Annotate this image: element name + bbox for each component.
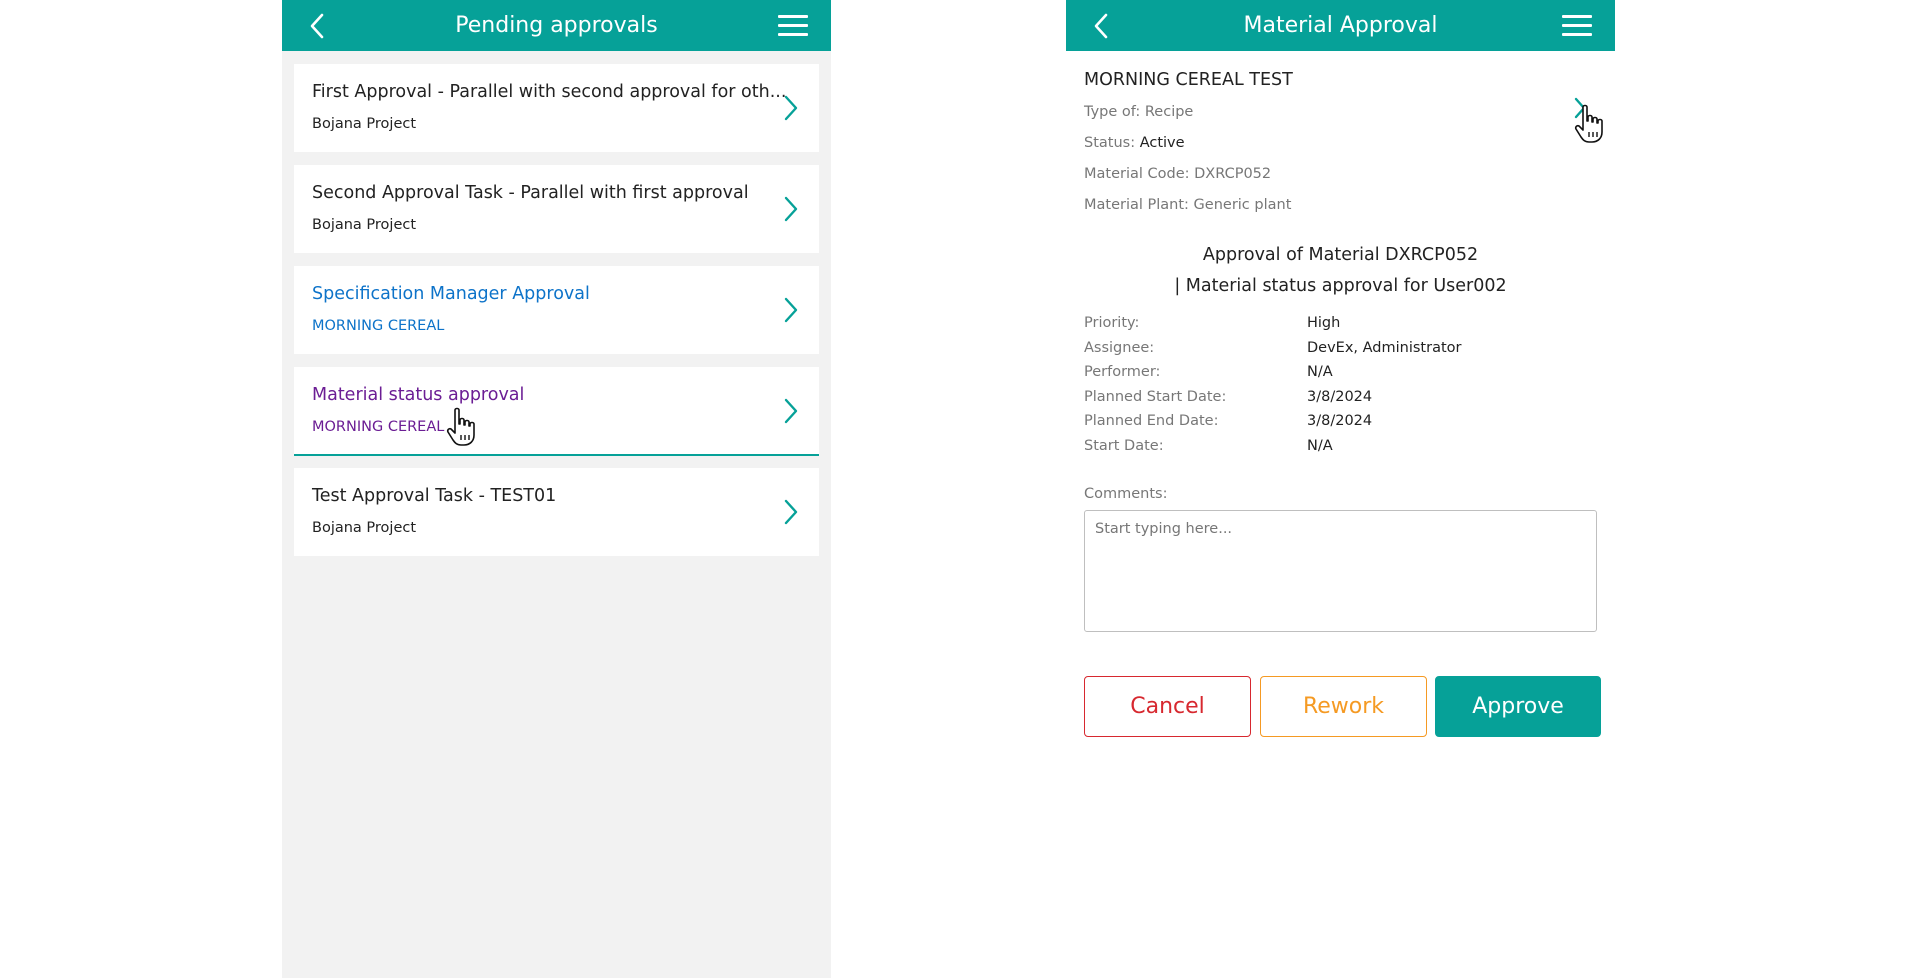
hamburger-menu-icon[interactable] [778,13,810,39]
approval-title-line1: Approval of Material DXRCP052 [1202,245,1479,265]
detail-value: N/A [1307,438,1333,454]
item-subtitle: Bojana Project [312,520,417,536]
detail-value: N/A [1307,364,1333,380]
item-title: Test Approval Task - TEST01 [312,486,557,506]
plant-label: Material Plant: [1084,197,1189,213]
approval-list-item[interactable]: Test Approval Task - TEST01 Bojana Proje… [294,468,819,556]
detail-row-planned-start: Planned Start Date: 3/8/2024 [1084,389,1604,409]
material-name: MORNING CEREAL TEST [1084,70,1293,90]
top-bar: Pending approvals [282,0,831,51]
material-plant: Material Plant: Generic plant [1084,197,1291,213]
pending-approvals-screen: Pending approvals First Approval - Paral… [282,0,831,978]
plant-value: Generic plant [1193,197,1292,213]
detail-row-priority: Priority: High [1084,315,1604,335]
detail-value: 3/8/2024 [1307,389,1373,405]
material-code: Material Code: DXRCP052 [1084,166,1271,182]
hand-pointer-cursor-icon [1574,104,1603,143]
type-label: Type of: [1084,104,1141,120]
material-status: Status: Active [1084,135,1185,151]
item-title: First Approval - Parallel with second ap… [312,82,787,102]
detail-label: Performer: [1084,364,1161,380]
approve-button[interactable]: Approve [1435,676,1601,737]
detail-value: 3/8/2024 [1307,413,1373,429]
detail-label: Planned Start Date: [1084,389,1227,405]
detail-row-performer: Performer: N/A [1084,364,1604,384]
item-subtitle: MORNING CEREAL [312,419,445,435]
chevron-right-icon [784,196,798,222]
detail-value: DevEx, Administrator [1307,340,1462,356]
item-subtitle: Bojana Project [312,116,417,132]
detail-label: Priority: [1084,315,1140,331]
approval-list-item[interactable]: Second Approval Task - Parallel with fir… [294,165,819,253]
chevron-right-icon [784,95,798,121]
chevron-right-icon [784,398,798,424]
detail-label: Start Date: [1084,438,1164,454]
material-approval-screen: Material Approval MORNING CEREAL TEST Ty… [1066,0,1615,978]
comments-textarea[interactable] [1084,510,1597,632]
hand-pointer-cursor-icon [446,407,475,446]
approval-list-item[interactable]: Specification Manager Approval MORNING C… [294,266,819,354]
detail-value: High [1307,315,1341,331]
detail-row-assignee: Assignee: DevEx, Administrator [1084,340,1604,360]
item-title: Specification Manager Approval [312,284,590,304]
page-title: Pending approvals [455,13,658,38]
chevron-right-icon [784,499,798,525]
approval-list-item-selected[interactable]: Material status approval MORNING CEREAL [294,367,819,456]
page-title: Material Approval [1243,13,1438,38]
top-bar: Material Approval [1066,0,1615,51]
chevron-right-icon [784,297,798,323]
item-title: Material status approval [312,385,525,405]
detail-label: Assignee: [1084,340,1155,356]
detail-label: Planned End Date: [1084,413,1219,429]
detail-row-planned-end: Planned End Date: 3/8/2024 [1084,413,1604,433]
status-label: Status: [1084,135,1136,151]
rework-button[interactable]: Rework [1260,676,1427,737]
item-title: Second Approval Task - Parallel with fir… [312,183,749,203]
item-subtitle: MORNING CEREAL [312,318,445,334]
approval-title-line2: | Material status approval for User002 [1174,276,1507,296]
status-value: Active [1139,135,1185,151]
detail-row-start-date: Start Date: N/A [1084,438,1604,458]
code-value: DXRCP052 [1194,166,1272,182]
type-value: Recipe [1144,104,1194,120]
item-subtitle: Bojana Project [312,217,417,233]
hamburger-menu-icon[interactable] [1562,13,1594,39]
cancel-button[interactable]: Cancel [1084,676,1251,737]
comments-label: Comments: [1084,486,1168,502]
material-type: Type of: Recipe [1084,104,1193,120]
code-label: Material Code: [1084,166,1190,182]
approval-list-item[interactable]: First Approval - Parallel with second ap… [294,64,819,152]
